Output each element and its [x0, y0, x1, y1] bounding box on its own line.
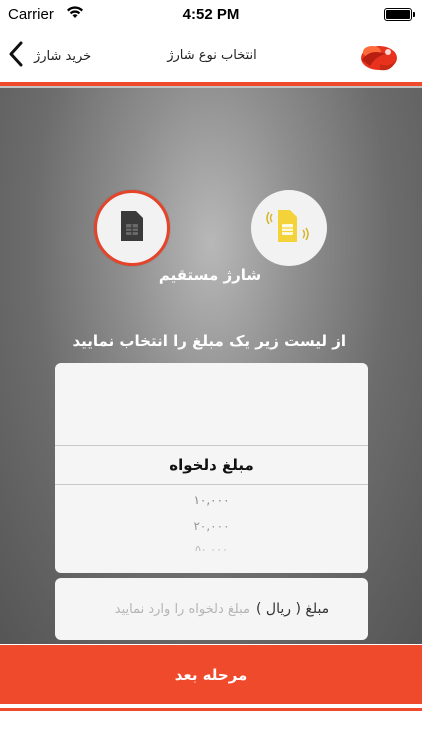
battery-icon	[384, 8, 415, 21]
page-title: انتخاب نوع شارژ	[167, 48, 257, 63]
bottom-strip	[0, 704, 422, 750]
back-button-label: خرید شارژ	[34, 48, 92, 64]
instruction-text: از لیست زیر یک مبلغ را انتخاب نمایید	[72, 332, 346, 350]
picker-selected-option[interactable]: مبلغ دلخواه	[55, 445, 368, 485]
next-step-button[interactable]: مرحله بعد	[0, 644, 422, 704]
sim-card-icon	[119, 209, 145, 247]
custom-amount-field[interactable]: مبلغ ( ریال )	[55, 578, 368, 640]
amount-picker[interactable]: مبلغ دلخواه ۱۰,۰۰۰ ۲۰,۰۰۰ ۵۰,۰۰۰	[55, 363, 368, 573]
status-bar: Carrier 4:52 PM	[0, 0, 422, 30]
amount-field-label: مبلغ ( ریال )	[256, 601, 330, 617]
custom-amount-input[interactable]	[55, 601, 250, 617]
picker-option[interactable]: ۱۰,۰۰۰	[55, 493, 368, 507]
chevron-left-icon	[8, 41, 24, 71]
sim-card-signal-icon	[264, 204, 314, 252]
bottom-accent-line	[0, 708, 422, 711]
brand-logo	[352, 38, 404, 76]
navigation-bar: خرید شارژ انتخاب نوع شارژ	[0, 30, 422, 82]
picker-option[interactable]: ۲۰,۰۰۰	[55, 519, 368, 533]
main-content: شارژ مستقیم از لیست زیر یک مبلغ را انتخا…	[0, 88, 422, 644]
topup-charge-option[interactable]	[251, 190, 327, 266]
picker-option[interactable]: ۵۰,۰۰۰	[55, 543, 368, 551]
selected-charge-type-label: شارژ مستقیم	[158, 266, 262, 284]
direct-charge-option[interactable]	[94, 190, 170, 266]
back-button[interactable]: خرید شارژ	[8, 40, 91, 72]
status-time: 4:52 PM	[182, 6, 240, 23]
